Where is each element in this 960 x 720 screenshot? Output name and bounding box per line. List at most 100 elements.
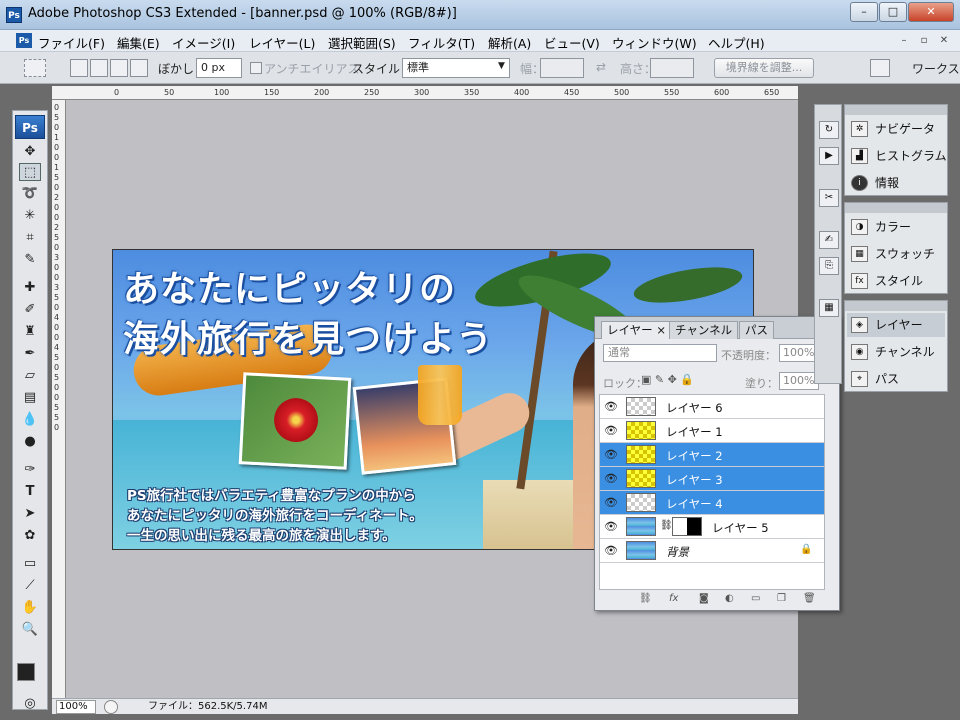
opacity-input[interactable]: 100% <box>779 344 819 362</box>
visibility-eye-icon[interactable]: 👁 <box>602 542 620 560</box>
refine-edge-button[interactable]: 境界線を調整... <box>714 58 814 78</box>
zoom-field[interactable]: 100% <box>56 700 96 714</box>
panel-histogram[interactable]: ▟ ヒストグラム <box>847 144 947 168</box>
panel-info[interactable]: i 情報 <box>847 171 945 195</box>
menu-image[interactable]: イメージ(I) <box>172 33 235 52</box>
layer-row[interactable]: 👁 レイヤー 4 <box>600 491 824 515</box>
visibility-eye-icon[interactable]: 👁 <box>602 446 620 464</box>
swap-icon[interactable]: ⇄ <box>596 60 606 74</box>
vertical-ruler[interactable]: 050100150200250300350400450500550 <box>52 100 66 698</box>
feather-input[interactable]: 0 px <box>196 58 242 78</box>
status-menu-icon[interactable] <box>104 700 118 714</box>
maximize-button[interactable]: □ <box>879 2 907 22</box>
tab-paths[interactable]: パス <box>739 321 774 339</box>
height-input[interactable] <box>650 58 694 78</box>
menu-edit[interactable]: 編集(E) <box>117 33 160 52</box>
eraser-tool-icon[interactable]: ▱ <box>19 367 41 385</box>
visibility-eye-icon[interactable]: 👁 <box>602 422 620 440</box>
visibility-eye-icon[interactable]: 👁 <box>602 470 620 488</box>
healing-brush-icon[interactable]: ✚ <box>19 279 41 297</box>
path-select-tool-icon[interactable]: ➤ <box>19 505 41 523</box>
tool-presets-icon[interactable]: ✂ <box>819 189 839 207</box>
layer-mask-thumbnail[interactable] <box>672 517 702 536</box>
layer-row[interactable]: 👁 レイヤー 1 <box>600 419 824 443</box>
width-input[interactable] <box>540 58 584 78</box>
menu-layer[interactable]: レイヤー(L) <box>249 33 315 52</box>
layer-row[interactable]: 👁 レイヤー 3 <box>600 467 824 491</box>
menu-filter[interactable]: フィルタ(T) <box>408 33 475 52</box>
type-tool-icon[interactable]: T <box>19 483 41 501</box>
new-selection-icon[interactable] <box>70 59 88 77</box>
layer-row[interactable]: 👁 レイヤー 6 <box>600 395 824 419</box>
horizontal-ruler[interactable]: 0 50 100 150 200 250 300 350 400 450 500… <box>52 86 798 100</box>
visibility-eye-icon[interactable]: 👁 <box>602 398 620 416</box>
notes-tool-icon[interactable]: ▭ <box>19 555 41 573</box>
workspace-label[interactable]: ワークス <box>912 60 960 77</box>
history-icon[interactable]: ↻ <box>819 121 839 139</box>
hand-tool-icon[interactable]: ✋ <box>19 599 41 617</box>
blur-tool-icon[interactable]: 💧 <box>19 411 41 429</box>
stamp-tool-icon[interactable]: ♜ <box>19 323 41 341</box>
brush-tool-icon[interactable]: ✐ <box>19 301 41 319</box>
marquee-preset-icon[interactable] <box>24 59 46 77</box>
layer-comps-icon[interactable]: ▦ <box>819 299 839 317</box>
eyedropper-tool-icon[interactable]: ⟋ <box>19 577 41 595</box>
foreground-color-swatch[interactable] <box>17 663 35 681</box>
zoom-tool-icon[interactable]: 🔍 <box>19 621 41 639</box>
close-button[interactable]: ✕ <box>908 2 954 22</box>
group-icon[interactable]: ▭ <box>751 593 760 604</box>
panel-swatches[interactable]: ▦ スウォッチ <box>847 242 945 266</box>
doc-restore-button[interactable]: ▫ <box>916 33 932 48</box>
mask-icon[interactable]: ◙ <box>699 593 709 604</box>
actions-icon[interactable]: ▶ <box>819 147 839 165</box>
subtract-selection-icon[interactable] <box>110 59 128 77</box>
mask-link-icon[interactable]: ⛓ <box>660 520 673 531</box>
menu-window[interactable]: ウィンドウ(W) <box>612 33 697 52</box>
blend-mode-select[interactable]: 通常 <box>603 344 717 362</box>
magic-wand-tool-icon[interactable]: ✳ <box>19 207 41 225</box>
panel-navigator[interactable]: ✲ ナビゲータ <box>847 117 945 141</box>
brush-palette-icon[interactable] <box>870 59 890 77</box>
panel-channels[interactable]: ◉ チャンネル <box>847 340 945 364</box>
tab-layers[interactable]: レイヤー × <box>601 321 672 339</box>
close-icon[interactable]: × <box>656 323 666 337</box>
visibility-eye-icon[interactable]: 👁 <box>602 494 620 512</box>
layer-row[interactable]: 👁 ⛓ レイヤー 5 <box>600 515 824 539</box>
menu-view[interactable]: ビュー(V) <box>544 33 600 52</box>
crop-tool-icon[interactable]: ⌗ <box>19 229 41 247</box>
trash-icon[interactable]: 🗑 <box>803 593 816 604</box>
slice-tool-icon[interactable]: ✎ <box>19 251 41 269</box>
history-brush-icon[interactable]: ✒ <box>19 345 41 363</box>
layer-row[interactable]: 👁 背景 🔒 <box>600 539 824 563</box>
style-select[interactable]: 標準 <box>402 58 510 78</box>
new-layer-icon[interactable]: ❐ <box>777 593 786 604</box>
move-tool-icon[interactable]: ✥ <box>19 143 41 161</box>
brushes-icon[interactable]: ✍ <box>819 231 839 249</box>
minimize-button[interactable]: – <box>850 2 878 22</box>
visibility-eye-icon[interactable]: 👁 <box>602 518 620 536</box>
menu-file[interactable]: ファイル(F) <box>38 33 105 52</box>
antialias-checkbox[interactable] <box>250 62 262 74</box>
lock-icons[interactable]: ▣ ✎ ✥ 🔒 <box>641 373 694 386</box>
lasso-tool-icon[interactable]: ➰ <box>19 185 41 203</box>
layer-row[interactable]: 👁 レイヤー 2 <box>600 443 824 467</box>
doc-close-button[interactable]: ✕ <box>936 33 952 48</box>
add-selection-icon[interactable] <box>90 59 108 77</box>
panel-styles[interactable]: fx スタイル <box>847 269 945 293</box>
fx-icon[interactable]: fx <box>669 593 678 604</box>
menu-analysis[interactable]: 解析(A) <box>488 33 531 52</box>
gradient-tool-icon[interactable]: ▤ <box>19 389 41 407</box>
panel-color[interactable]: ◑ カラー <box>847 215 945 239</box>
intersect-selection-icon[interactable] <box>130 59 148 77</box>
clone-source-icon[interactable]: ⎘ <box>819 257 839 275</box>
tab-channels[interactable]: チャンネル <box>669 321 739 339</box>
shape-tool-icon[interactable]: ✿ <box>19 527 41 545</box>
dodge-tool-icon[interactable]: ● <box>19 433 41 451</box>
pen-tool-icon[interactable]: ✑ <box>19 461 41 479</box>
link-icon[interactable]: ⛓ <box>639 593 652 604</box>
marquee-tool-icon[interactable]: ⬚ <box>19 163 41 181</box>
panel-layers[interactable]: ◈ レイヤー <box>847 313 945 337</box>
adjustment-icon[interactable]: ◐ <box>725 593 734 604</box>
fill-input[interactable]: 100% <box>779 372 819 390</box>
menu-select[interactable]: 選択範囲(S) <box>328 33 396 52</box>
